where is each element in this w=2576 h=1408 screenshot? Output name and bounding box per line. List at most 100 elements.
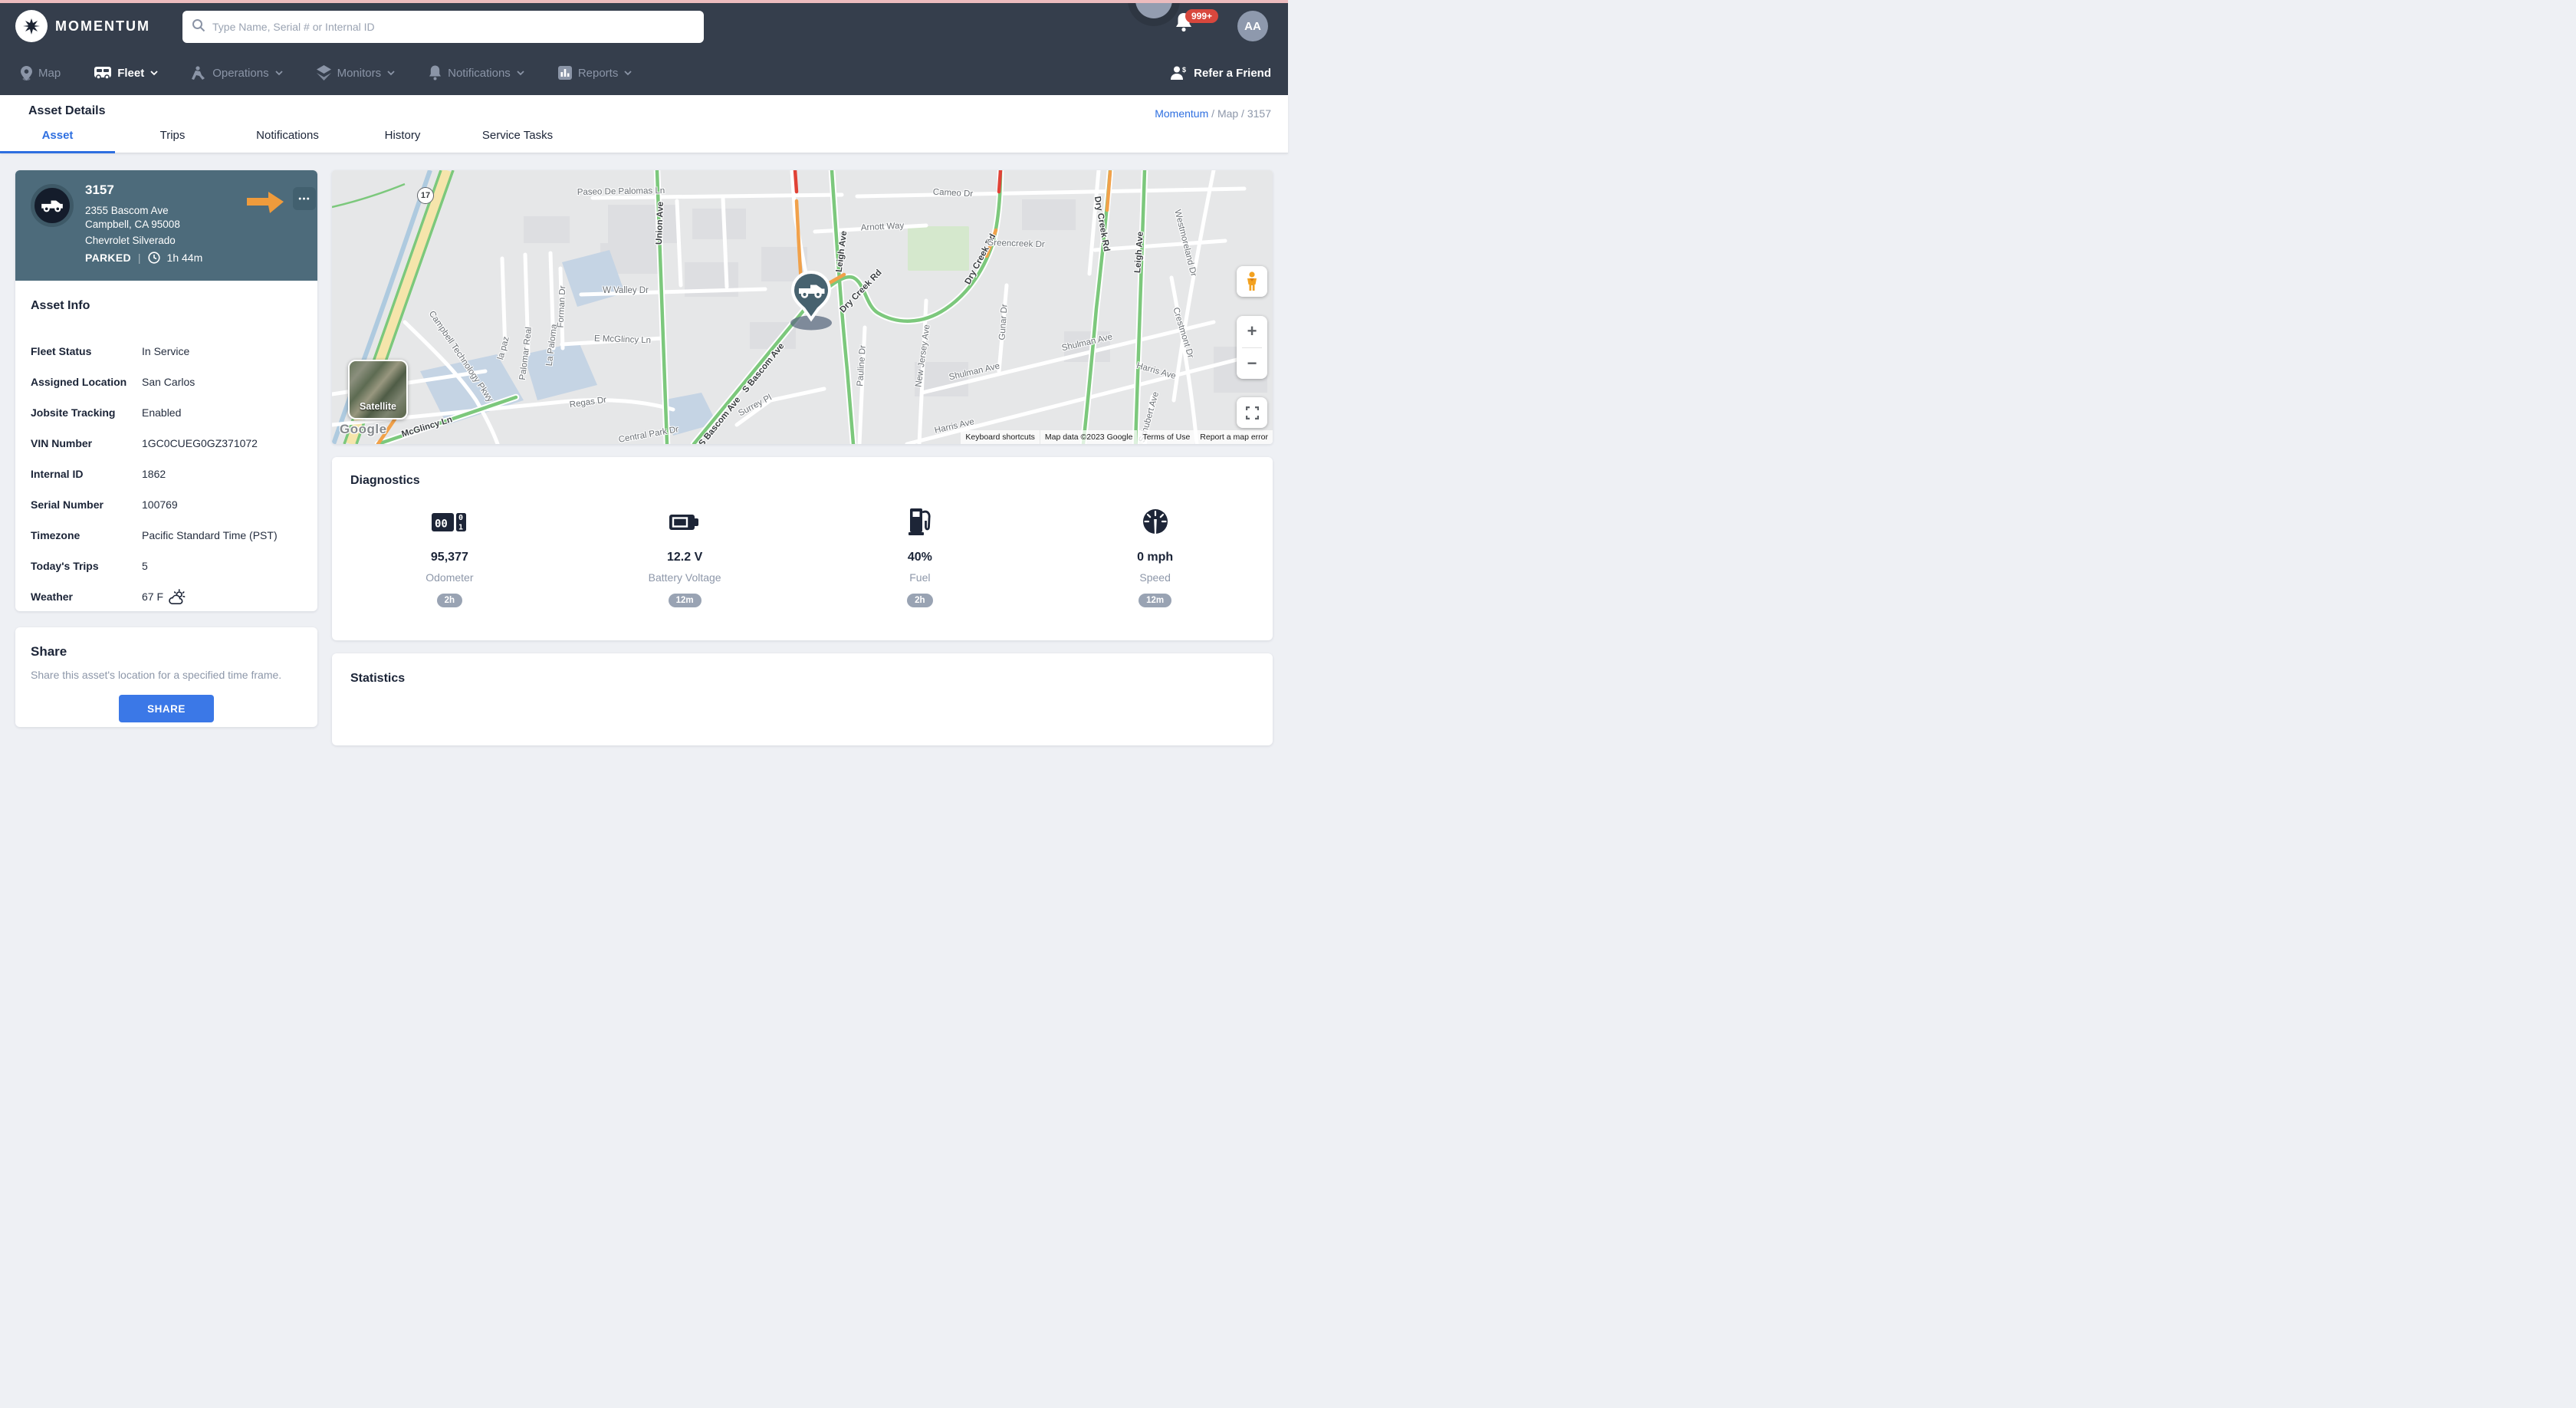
chevron-down-icon [624, 69, 632, 77]
global-search[interactable] [182, 11, 704, 43]
diag-value: 12.2 V [667, 551, 702, 564]
search-input[interactable] [212, 21, 695, 33]
info-value: Enabled [142, 406, 181, 419]
main-nav: Map Fleet Operations Monitors Notificati… [0, 51, 1288, 95]
fuel-icon [909, 505, 932, 540]
diagnostics-card: Diagnostics 0001 95,377 Odometer 2h 12.2… [332, 457, 1273, 640]
street-label: Union Ave [655, 202, 665, 245]
refer-a-friend-button[interactable]: $ Refer a Friend [1171, 51, 1271, 95]
diag-value: 0 mph [1137, 551, 1173, 564]
info-label: Today's Trips [31, 560, 142, 572]
cloud-sun-icon [168, 589, 186, 605]
nav-item-reports[interactable]: Reports [558, 66, 632, 80]
info-value: In Service [142, 345, 189, 357]
tab-trips[interactable]: Trips [115, 129, 230, 153]
pegman-icon [1246, 271, 1258, 291]
info-label: VIN Number [31, 437, 142, 449]
operations-icon [192, 66, 206, 81]
info-value: 1862 [142, 468, 166, 480]
diag-age-badge: 2h [437, 594, 462, 607]
pegman-control[interactable] [1237, 266, 1267, 297]
diag-value: 40% [908, 551, 932, 564]
fleet-van-icon [94, 67, 111, 80]
share-description: Share this asset's location for a specif… [31, 669, 281, 681]
map[interactable]: Paseo De Palomas LnCameo DrArnott WayUni… [332, 170, 1273, 444]
info-row: Jobsite TrackingEnabled [31, 397, 302, 428]
status-badge: PARKED [85, 252, 131, 264]
asset-card-header: 3157 2355 Bascom Ave Campbell, CA 95008 … [15, 170, 317, 281]
asset-address: 2355 Bascom Ave Campbell, CA 95008 [85, 204, 180, 232]
tab-history[interactable]: History [345, 129, 460, 153]
statistics-title: Statistics [350, 672, 405, 686]
asset-model: Chevrolet Silverado [85, 235, 176, 246]
info-row: VIN Number1GC0CUEG0GZ371072 [31, 428, 302, 459]
zoom-in-button[interactable]: + [1237, 316, 1267, 347]
satellite-toggle[interactable]: Satellite [348, 360, 408, 419]
chevron-down-icon [387, 69, 395, 77]
map-attribution: Keyboard shortcutsMap data ©2023 GoogleT… [960, 430, 1273, 444]
diag-speed: 0 mph Speed 12m [1037, 505, 1273, 607]
info-row: Weather67 F [31, 581, 302, 612]
diag-odometer: 0001 95,377 Odometer 2h [332, 505, 567, 607]
clock-icon [148, 252, 160, 264]
asset-info-list: Fleet StatusIn ServiceAssigned LocationS… [31, 336, 302, 612]
subheader: Asset Details AssetTripsNotificationsHis… [0, 95, 1288, 153]
info-value: 5 [142, 560, 148, 572]
nav-item-operations[interactable]: Operations [192, 66, 282, 81]
asset-id: 3157 [85, 183, 114, 198]
share-card: Share Share this asset's location for a … [15, 627, 317, 727]
breadcrumb-item[interactable]: Momentum [1155, 107, 1208, 120]
nav-item-monitors[interactable]: Monitors [317, 65, 396, 81]
info-value: Pacific Standard Time (PST) [142, 529, 278, 541]
info-row: Assigned LocationSan Carlos [31, 367, 302, 397]
info-label: Jobsite Tracking [31, 406, 142, 419]
fullscreen-button[interactable] [1237, 397, 1267, 428]
diag-age-badge: 12m [669, 594, 702, 607]
notifications-bell[interactable]: 999+ [1175, 12, 1221, 43]
attribution-item: Map data ©2023 Google [1040, 430, 1138, 444]
vehicle-marker[interactable] [787, 270, 835, 335]
asset-menu-button[interactable]: ●●● [293, 187, 316, 210]
divider: | [138, 252, 141, 264]
attribution-item[interactable]: Keyboard shortcuts [961, 430, 1039, 444]
info-row: Internal ID1862 [31, 459, 302, 489]
svg-text:0: 0 [458, 514, 463, 522]
map-pin-icon [21, 66, 32, 81]
breadcrumb-item: Map [1217, 107, 1238, 120]
nav-item-map[interactable]: Map [21, 66, 61, 81]
asset-card: 3157 2355 Bascom Ave Campbell, CA 95008 … [15, 170, 317, 611]
zoom-out-button[interactable]: − [1237, 347, 1267, 379]
app-logo[interactable]: MOMENTUM [15, 10, 150, 42]
search-icon [192, 18, 205, 36]
svg-text:1: 1 [458, 524, 463, 532]
attribution-item[interactable]: Report a map error [1195, 430, 1273, 444]
nav-item-notifications[interactable]: Notifications [429, 65, 524, 81]
notification-count-badge: 999+ [1185, 9, 1218, 23]
status-duration: 1h 44m [167, 252, 203, 264]
user-avatar[interactable]: AA [1237, 11, 1268, 41]
diag-label: Odometer [426, 571, 473, 584]
bar-chart-icon [558, 66, 572, 80]
asset-info-title: Asset Info [31, 299, 90, 313]
tab-notifications[interactable]: Notifications [230, 129, 345, 153]
attribution-item[interactable]: Terms of Use [1138, 430, 1194, 444]
share-button[interactable]: SHARE [119, 695, 214, 722]
breadcrumb: Momentum / Map / 3157 [1155, 107, 1271, 120]
info-value: 1GC0CUEG0GZ371072 [142, 437, 258, 449]
highway-shield: 17 [417, 187, 434, 204]
chevron-down-icon [517, 69, 524, 77]
tab-asset[interactable]: Asset [0, 129, 115, 153]
svg-text:00: 00 [435, 518, 448, 531]
refer-friend-icon: $ [1171, 66, 1188, 80]
info-value: 67 F [142, 589, 186, 605]
bell-icon [429, 65, 442, 81]
speedometer-icon [1141, 505, 1170, 540]
diag-age-badge: 12m [1138, 594, 1171, 607]
share-title: Share [31, 644, 67, 660]
page-title: Asset Details [28, 104, 106, 118]
info-label: Internal ID [31, 468, 142, 480]
diag-label: Speed [1139, 571, 1170, 584]
nav-item-fleet[interactable]: Fleet [94, 67, 158, 80]
google-logo: Google [340, 422, 387, 437]
tab-service-tasks[interactable]: Service Tasks [460, 129, 575, 153]
